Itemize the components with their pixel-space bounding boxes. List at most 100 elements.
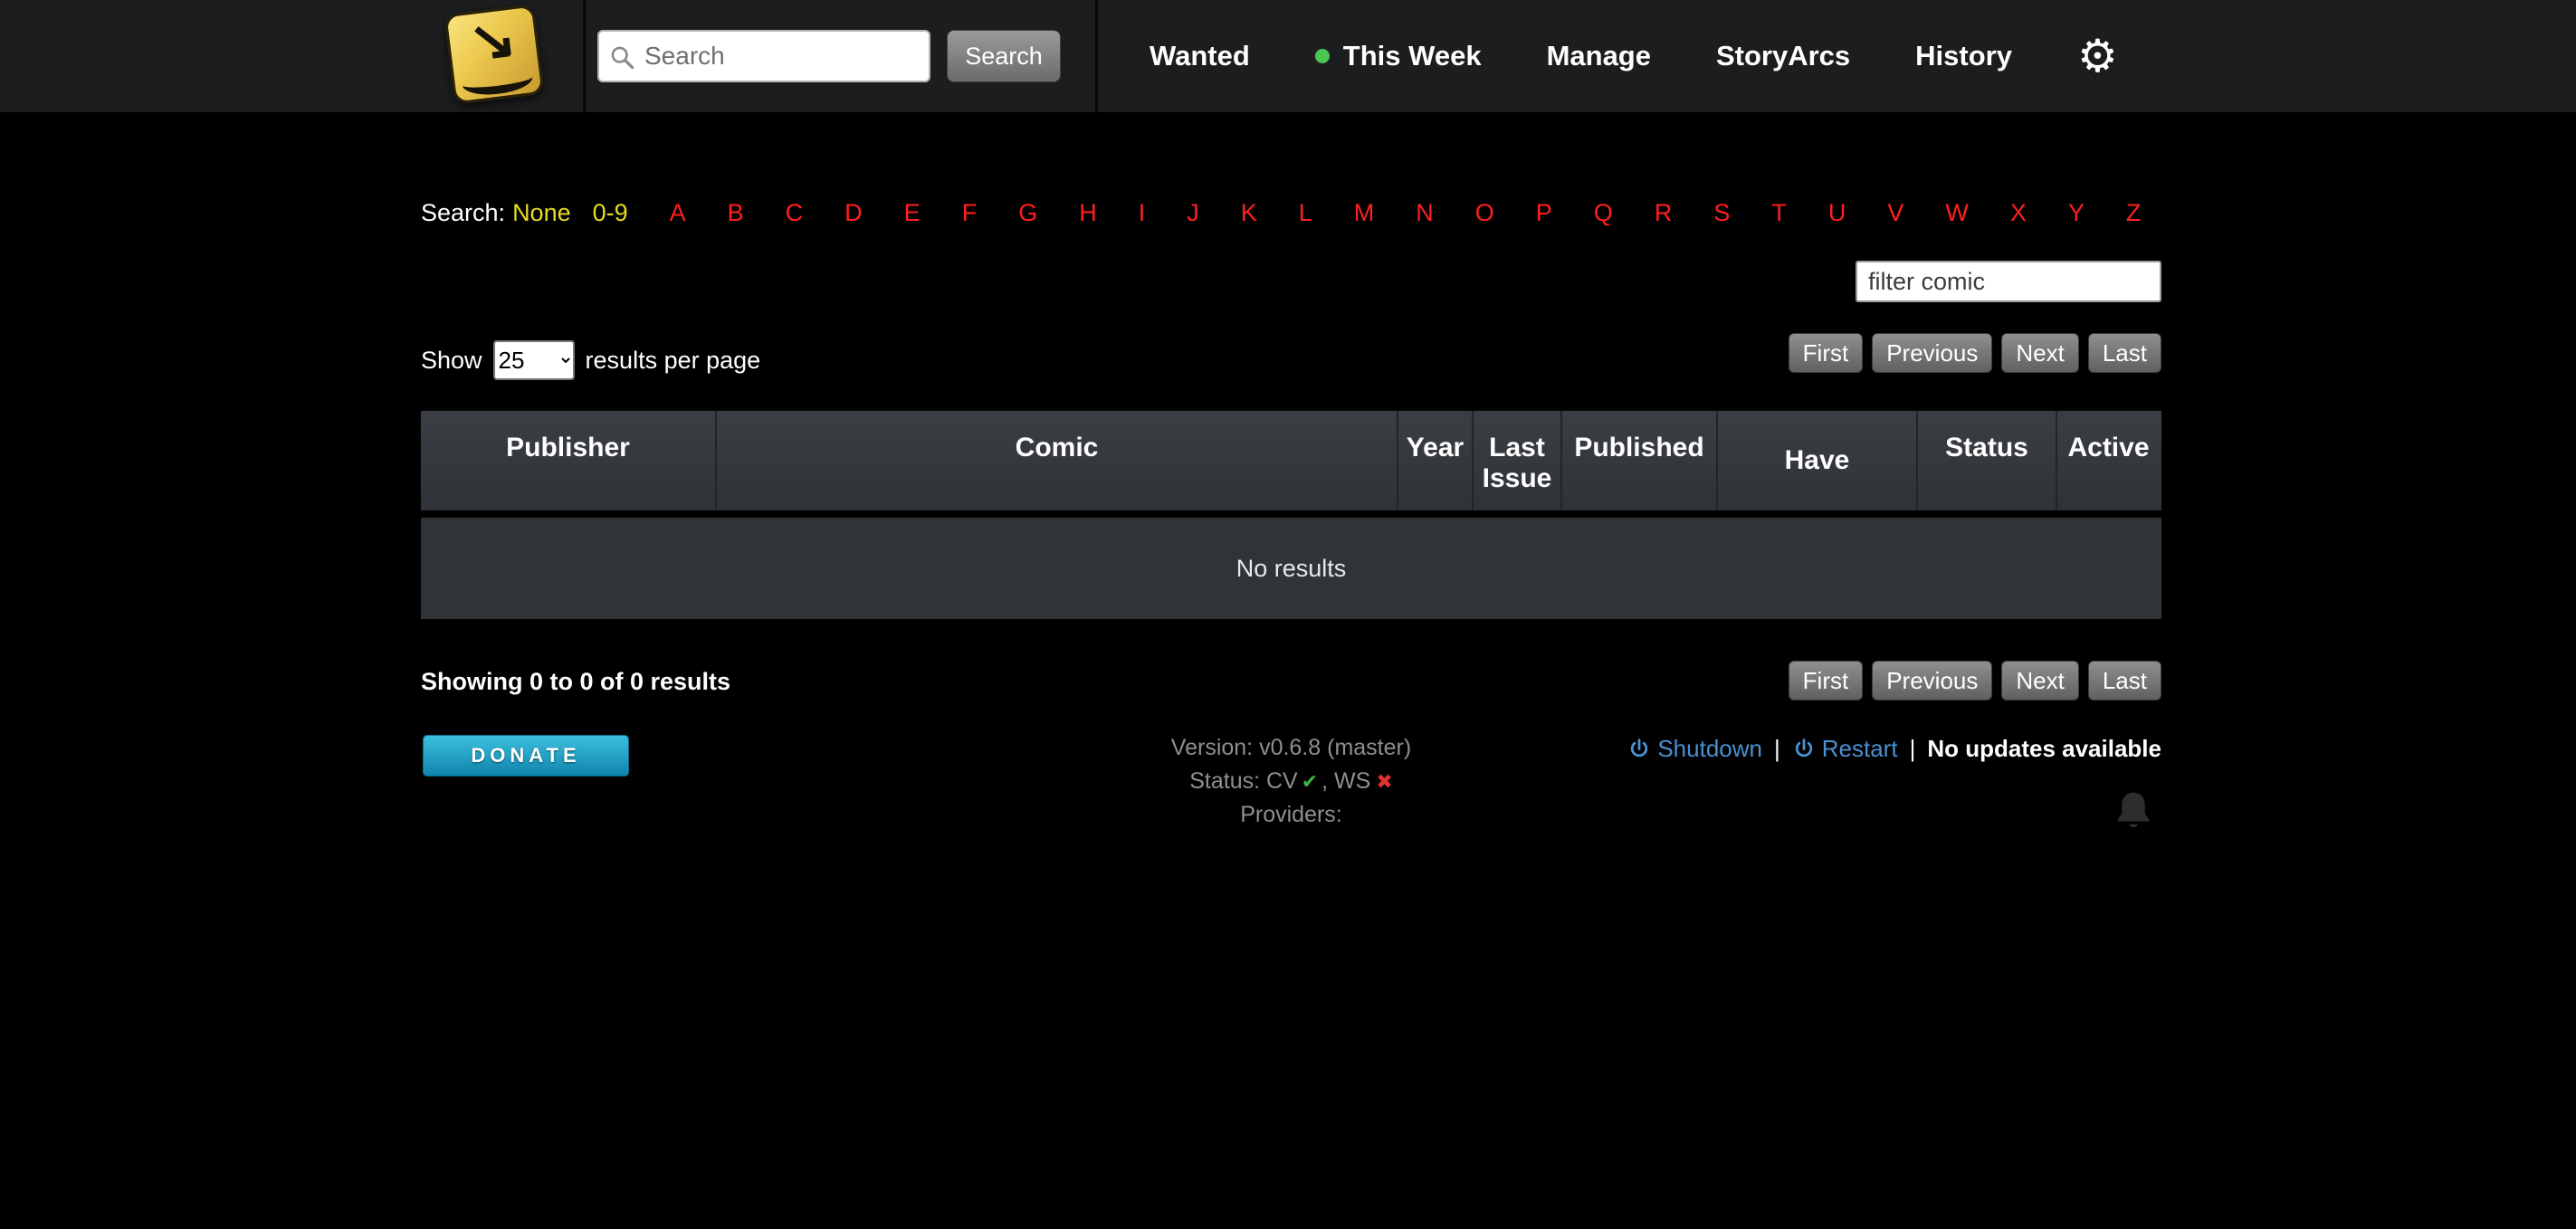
status-dot-icon — [1315, 49, 1330, 63]
nav-item-label: StoryArcs — [1716, 40, 1850, 72]
comics-table-empty-row: No results — [421, 518, 2161, 619]
app-logo[interactable]: ↘ — [425, 2, 579, 110]
alphabet-filter-bar: Search: None 0-9 A B C D E F G H I J K L… — [421, 199, 2141, 227]
filter-letter-link[interactable]: T — [1771, 199, 1787, 227]
status-ws-label: , WS — [1321, 768, 1370, 794]
filter-letter-link[interactable]: U — [1828, 199, 1846, 227]
logo-swoosh — [462, 71, 534, 98]
filter-letter-link[interactable]: Y — [2068, 199, 2085, 227]
search-input[interactable] — [644, 33, 923, 80]
pagination-top: First Previous Next Last — [1789, 333, 2161, 373]
column-header-published[interactable]: Published — [1562, 411, 1718, 510]
shutdown-link[interactable]: Shutdown — [1627, 735, 1762, 763]
separator: | — [1774, 735, 1780, 763]
status-label: Status: CV — [1189, 768, 1298, 794]
filter-letter-link[interactable]: D — [844, 199, 863, 227]
comic-filter-input[interactable] — [1856, 261, 2161, 302]
cv-ok-icon: ✔ — [1302, 770, 1318, 793]
shutdown-label: Shutdown — [1657, 735, 1762, 763]
filter-letter-link[interactable]: S — [1713, 199, 1730, 227]
navbar-menu: Wanted This Week Manage StoryArcs Histor… — [1095, 0, 2118, 112]
first-page-button[interactable]: First — [1789, 333, 1864, 373]
comics-table-header: Publisher Comic Year Last Issue Publishe… — [421, 411, 2161, 510]
previous-page-button[interactable]: Previous — [1872, 333, 1992, 373]
top-navbar: ↘ Search Wanted This Week Manage StoryAr… — [0, 0, 2576, 112]
nav-item-manage[interactable]: Manage — [1547, 40, 1651, 72]
filter-letter-link[interactable]: L — [1299, 199, 1312, 227]
filter-letter-link[interactable]: W — [1945, 199, 1968, 227]
results-summary: Showing 0 to 0 of 0 results — [421, 668, 730, 696]
filter-letter-link[interactable]: A — [670, 199, 686, 227]
filter-letter-link[interactable]: V — [1887, 199, 1903, 227]
mylar-logo-icon: ↘ — [444, 4, 544, 104]
no-results-text: No results — [1236, 555, 1347, 583]
nav-item-label: This Week — [1343, 40, 1482, 72]
first-page-button[interactable]: First — [1789, 661, 1864, 700]
filter-letter-link[interactable]: H — [1079, 199, 1097, 227]
filter-none-link[interactable]: None — [512, 199, 571, 227]
filter-letter-link[interactable]: E — [904, 199, 921, 227]
nav-item-label: Manage — [1547, 40, 1651, 72]
nav-item-label: Wanted — [1150, 40, 1250, 72]
filter-letter-link[interactable]: J — [1187, 199, 1199, 227]
search-button[interactable]: Search — [947, 30, 1061, 82]
previous-page-button[interactable]: Previous — [1872, 661, 1992, 700]
nav-item-storyarcs[interactable]: StoryArcs — [1716, 40, 1850, 72]
filter-letter-link[interactable]: X — [2010, 199, 2027, 227]
navbar-search-area: Search — [597, 30, 1061, 82]
navbar-divider — [583, 0, 586, 112]
search-filter-label: Search: — [421, 199, 505, 227]
restart-link[interactable]: Restart — [1792, 735, 1898, 763]
filter-letter-link[interactable]: P — [1536, 199, 1552, 227]
per-page-suffix-label: results per page — [586, 347, 761, 375]
filter-letter-link[interactable]: B — [728, 199, 744, 227]
filter-letter-link[interactable]: M — [1354, 199, 1375, 227]
filter-letter-link[interactable]: F — [962, 199, 978, 227]
providers-text: Providers: — [421, 798, 2161, 832]
updates-status: No updates available — [1927, 735, 2161, 763]
filter-letter-link[interactable]: Q — [1594, 199, 1613, 227]
column-header-status[interactable]: Status — [1918, 411, 2057, 510]
column-header-have[interactable]: Have — [1718, 411, 1918, 510]
last-page-button[interactable]: Last — [2088, 661, 2161, 700]
nav-item-history[interactable]: History — [1915, 40, 2012, 72]
filter-letter-link[interactable]: G — [1018, 199, 1037, 227]
ws-fail-icon: ✖ — [1376, 770, 1392, 793]
last-page-button[interactable]: Last — [2088, 333, 2161, 373]
filter-letter-link[interactable]: R — [1655, 199, 1673, 227]
next-page-button[interactable]: Next — [2001, 661, 2078, 700]
column-header-last-issue[interactable]: Last Issue — [1474, 411, 1562, 510]
filter-letter-link[interactable]: N — [1416, 199, 1434, 227]
logo-arrow-icon: ↘ — [446, 2, 539, 78]
status-text: Status: CV✔, WS ✖ — [421, 765, 2161, 798]
search-box — [597, 30, 930, 82]
nav-item-this-week[interactable]: This Week — [1315, 40, 1482, 72]
pagination-bottom: First Previous Next Last — [1789, 661, 2161, 700]
restart-label: Restart — [1822, 735, 1898, 763]
separator: | — [1910, 735, 1916, 763]
filter-letter-link[interactable]: K — [1241, 199, 1257, 227]
per-page-control: Show 25 results per page — [421, 340, 760, 380]
show-label: Show — [421, 347, 482, 375]
system-controls: Shutdown | Restart | No updates availabl… — [1627, 735, 2161, 763]
column-header-comic[interactable]: Comic — [717, 411, 1398, 510]
filter-letter-link[interactable]: Z — [2126, 199, 2142, 227]
next-page-button[interactable]: Next — [2001, 333, 2078, 373]
column-header-publisher[interactable]: Publisher — [421, 411, 717, 510]
power-icon — [1792, 738, 1816, 761]
power-icon — [1627, 738, 1651, 761]
search-icon — [608, 43, 637, 72]
filter-digits-link[interactable]: 0-9 — [593, 199, 628, 227]
filter-letter-link[interactable]: C — [786, 199, 804, 227]
filter-letter-link[interactable]: O — [1475, 199, 1494, 227]
column-header-active[interactable]: Active — [2057, 411, 2160, 510]
nav-item-label: History — [1915, 40, 2012, 72]
gear-icon: ⚙ — [2077, 33, 2118, 79]
settings-button[interactable]: ⚙ — [2077, 33, 2118, 79]
per-page-select[interactable]: 25 — [493, 340, 575, 380]
main-content: Search: None 0-9 A B C D E F G H I J K L… — [421, 112, 2161, 1108]
filter-letter-link[interactable]: I — [1139, 199, 1146, 227]
column-header-year[interactable]: Year — [1398, 411, 1474, 510]
nav-item-wanted[interactable]: Wanted — [1150, 40, 1250, 72]
notifications-bell-icon[interactable] — [2111, 787, 2156, 834]
